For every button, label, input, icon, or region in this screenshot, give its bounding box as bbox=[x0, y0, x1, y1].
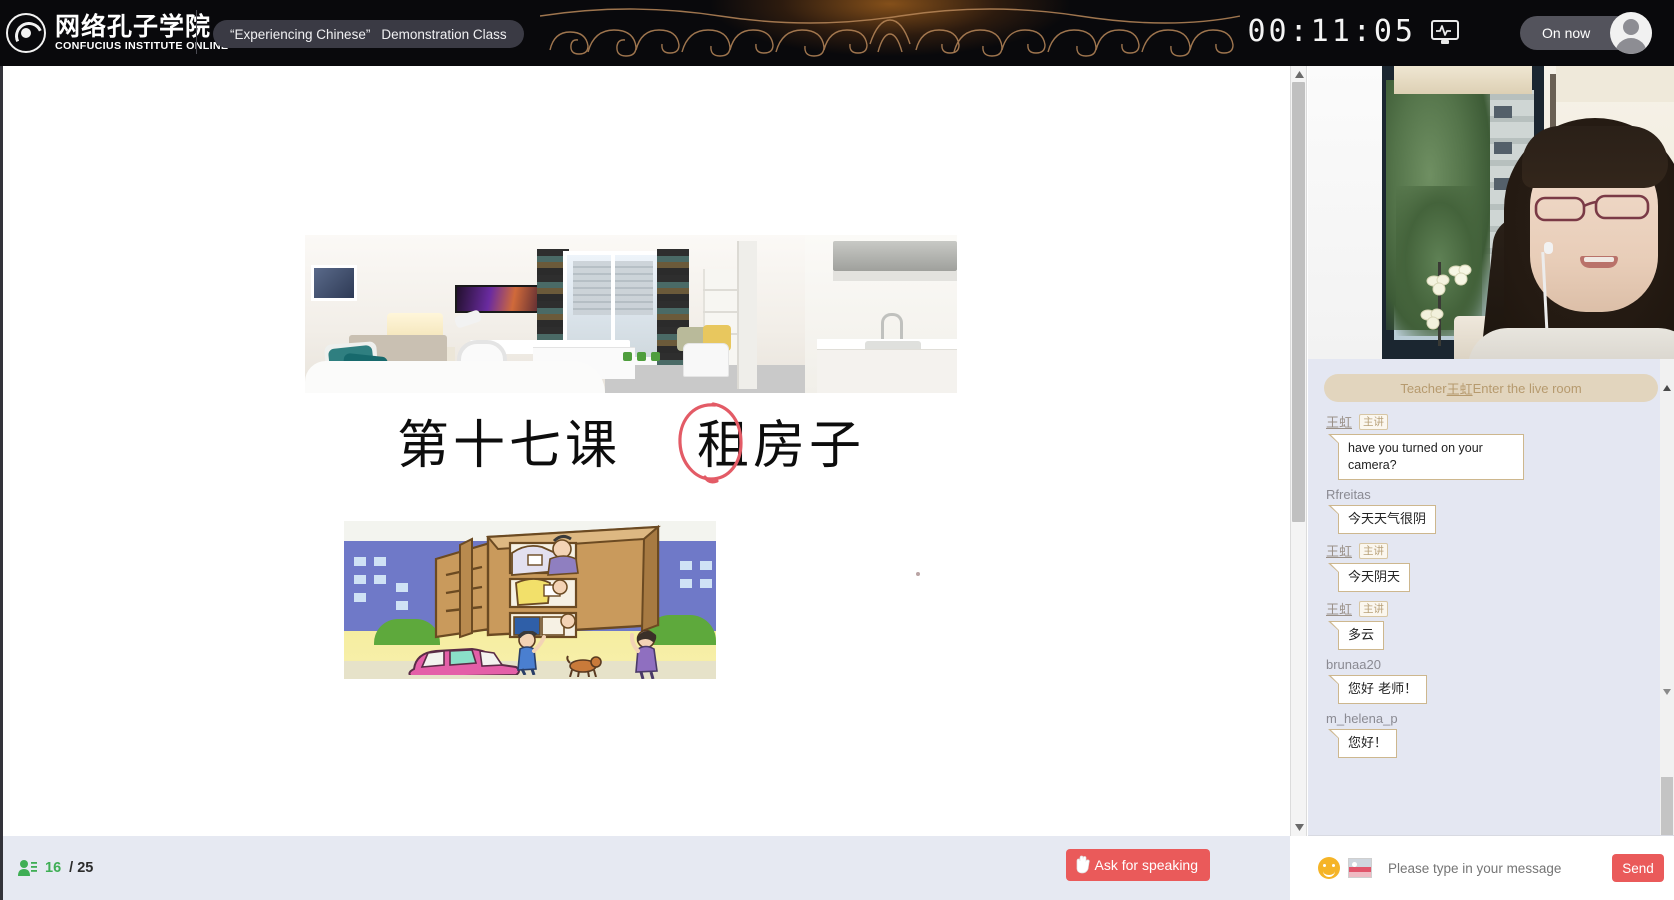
brand-logo: 网络孔子学院 CONFUCIUS INSTITUTE ONLINE bbox=[6, 6, 229, 60]
chat-scroll-down-icon[interactable] bbox=[1663, 689, 1671, 695]
status-bar: 16 / 25 Ask for speaking bbox=[0, 836, 1290, 900]
right-panel: Teacher 王虹 Enter the live room 王虹 主讲 have … bbox=[1308, 66, 1674, 900]
system-message-name: 王虹 bbox=[1446, 381, 1473, 397]
session-timer: 00:11:05 bbox=[1247, 14, 1416, 49]
emoji-icon[interactable] bbox=[1318, 857, 1340, 879]
chat-message-author: m_helena_p bbox=[1326, 711, 1398, 726]
chat-message-author: Rfreitas bbox=[1326, 487, 1371, 502]
chat-message-header: brunaa20 bbox=[1326, 657, 1674, 672]
brand-divider bbox=[196, 10, 197, 54]
chat-bubble: 今天阴天 bbox=[1327, 563, 1411, 592]
chat-message-header: 王虹 主讲 bbox=[1326, 541, 1674, 560]
chat-message: 王虹 主讲今天阴天 bbox=[1326, 541, 1674, 592]
system-message: Teacher 王虹 Enter the live room bbox=[1324, 374, 1658, 402]
chat-message-author: 王虹 bbox=[1326, 544, 1353, 559]
slide-title: 第十七课 租房子 bbox=[305, 402, 957, 486]
class-title-pill: “Experiencing Chinese” Demonstration Cla… bbox=[213, 20, 524, 48]
ask-for-speaking-label: Ask for speaking bbox=[1094, 857, 1199, 873]
lesson-topic: 租房子 bbox=[697, 416, 866, 476]
chat-message: m_helena_p 您好！ bbox=[1326, 711, 1674, 758]
chat-message-author: brunaa20 bbox=[1326, 657, 1381, 672]
chat-message: 王虹 主讲 have you turned on your camera? bbox=[1326, 412, 1674, 480]
pointer-dot bbox=[916, 572, 920, 576]
live-class-app: 网络孔子学院 CONFUCIUS INSTITUTE ONLINE “Exper… bbox=[0, 0, 1674, 900]
slide-stage[interactable]: 第十七课 租房子 bbox=[0, 66, 1290, 836]
teacher-webcam-video[interactable] bbox=[1308, 66, 1674, 359]
chat-message-header: m_helena_p bbox=[1326, 711, 1674, 726]
decorative-cloud-pattern-icon bbox=[540, 0, 1240, 66]
chat-bubble: 您好 老师！ bbox=[1327, 675, 1428, 704]
chat-message: brunaa20 您好 老师！ bbox=[1326, 657, 1674, 704]
rent-character-cartoon bbox=[344, 503, 716, 679]
chat-bubble-row: 今天阴天 bbox=[1327, 563, 1674, 592]
system-message-prefix: Teacher bbox=[1400, 380, 1447, 396]
class-title-quoted: “Experiencing Chinese” bbox=[230, 26, 371, 42]
system-message-suffix: Enter the live room bbox=[1472, 380, 1582, 396]
raised-hand-icon bbox=[1074, 855, 1092, 875]
chat-message: Rfreitas 今天天气很阴 bbox=[1326, 487, 1674, 534]
user-avatar-icon[interactable] bbox=[1610, 12, 1652, 54]
confucius-seal-icon bbox=[6, 13, 46, 53]
attendee-count: 16 bbox=[45, 860, 62, 876]
status-label: On now bbox=[1542, 25, 1591, 41]
studio-apartment-photo bbox=[305, 235, 957, 393]
chat-messages[interactable]: Teacher 王虹 Enter the live room 王虹 主讲 have … bbox=[1308, 359, 1674, 835]
scroll-up-icon[interactable] bbox=[1295, 71, 1304, 78]
lecturer-badge: 主讲 bbox=[1359, 542, 1389, 559]
message-input[interactable] bbox=[1388, 860, 1612, 876]
chat-input-bar: Send bbox=[1308, 835, 1674, 900]
attendees-icon bbox=[17, 859, 37, 877]
chat-message-author: 王虹 bbox=[1326, 415, 1353, 430]
lesson-number: 第十七课 bbox=[396, 416, 621, 476]
lesson-slide: 第十七课 租房子 bbox=[3, 66, 1290, 836]
scroll-down-icon[interactable] bbox=[1295, 824, 1304, 831]
brand-name-chinese: 网络孔子学院 bbox=[55, 12, 212, 41]
chat-message: 王虹 主讲多云 bbox=[1326, 599, 1674, 650]
stage-scrollbar[interactable] bbox=[1290, 66, 1307, 836]
network-monitor-icon[interactable] bbox=[1431, 20, 1459, 46]
chat-bubble: 您好！ bbox=[1327, 729, 1398, 758]
stage-scroll-thumb[interactable] bbox=[1292, 82, 1305, 522]
ask-for-speaking-button[interactable]: Ask for speaking bbox=[1065, 849, 1210, 881]
chat-bubble-row: 您好！ bbox=[1327, 729, 1674, 758]
chat-bubble-row: 您好 老师！ bbox=[1327, 675, 1674, 704]
chat-bubble: 多云 bbox=[1327, 621, 1385, 650]
chat-scroll-up-icon[interactable] bbox=[1663, 385, 1671, 391]
chat-bubble: have you turned on your camera? bbox=[1328, 434, 1524, 480]
chat-message-author: 王虹 bbox=[1326, 602, 1353, 617]
chat-scroll-thumb[interactable] bbox=[1661, 777, 1673, 835]
lecturer-badge: 主讲 bbox=[1359, 600, 1389, 617]
image-upload-icon[interactable] bbox=[1348, 858, 1372, 878]
attendee-counter[interactable]: 16 / 25 bbox=[17, 859, 93, 877]
chat-message-header: 王虹 主讲 bbox=[1326, 412, 1674, 431]
chat-message-header: Rfreitas bbox=[1326, 487, 1674, 502]
chat-bubble-row: 今天天气很阴 bbox=[1327, 505, 1674, 534]
brand-name-english: CONFUCIUS INSTITUTE ONLINE bbox=[55, 40, 229, 52]
attendee-total: / 25 bbox=[69, 860, 94, 876]
message-list: 王虹 主讲 have you turned on your camera? Rfrei… bbox=[1308, 412, 1674, 758]
chat-scrollbar[interactable] bbox=[1660, 359, 1674, 835]
lecturer-badge: 主讲 bbox=[1359, 413, 1389, 430]
chat-bubble-row: have you turned on your camera? bbox=[1328, 434, 1674, 480]
top-bar: 网络孔子学院 CONFUCIUS INSTITUTE ONLINE “Exper… bbox=[0, 0, 1674, 66]
send-button[interactable]: Send bbox=[1612, 854, 1664, 882]
chat-bubble-row: 多云 bbox=[1327, 621, 1674, 650]
chat-message-header: 王虹 主讲 bbox=[1326, 599, 1674, 618]
chat-bubble: 今天天气很阴 bbox=[1327, 505, 1437, 534]
class-title-rest: Demonstration Class bbox=[381, 26, 507, 42]
